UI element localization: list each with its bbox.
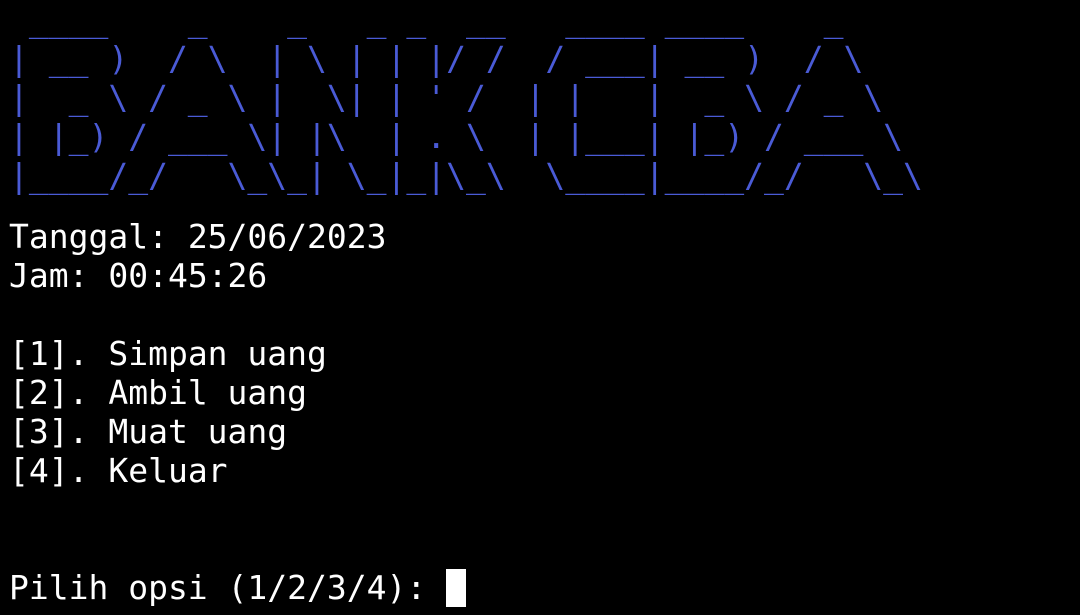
menu-item-label: Simpan uang [108, 334, 327, 373]
option-prompt-text: Pilih opsi (1/2/3/4): [9, 568, 447, 607]
banner-line: | __ ) / \ | \ | | |/ / / ___| __ ) / \ [9, 39, 864, 78]
menu-item-ambil-uang: [2]. Ambil uang [9, 373, 307, 412]
time-line: Jam: 00:45:26 [9, 256, 267, 295]
menu-item-keluar: [4]. Keluar [9, 451, 228, 490]
menu-item-key: [4]. [9, 451, 109, 490]
date-label: Tanggal: [9, 217, 188, 256]
menu-item-muat-uang: [3]. Muat uang [9, 412, 287, 451]
text-cursor[interactable] [446, 569, 467, 607]
menu-item-label: Keluar [108, 451, 228, 490]
banner-line: | _ \ / _ \ | \| | ' / | | | _ \ / _ \ [9, 78, 884, 117]
option-prompt-line[interactable]: Pilih opsi (1/2/3/4): [9, 568, 467, 607]
menu-item-key: [2]. [9, 373, 109, 412]
banner-line: |____/_/ \_\_| \_|_|\_\ \____|____/_/ \_… [9, 156, 923, 195]
menu-item-key: [3]. [9, 412, 109, 451]
date-value: 25/06/2023 [187, 217, 387, 256]
menu-item-simpan-uang: [1]. Simpan uang [9, 334, 327, 373]
terminal-window[interactable]: ____ _ _ _ _ __ ____ ____ _ | __ ) / \ |… [0, 0, 1080, 615]
menu-item-key: [1]. [9, 334, 109, 373]
time-label: Jam: [9, 256, 109, 295]
banner-line: | |_) / ___ \| |\ | . \ | |___| |_) / __… [9, 117, 904, 156]
menu-item-label: Ambil uang [108, 373, 308, 412]
date-line: Tanggal: 25/06/2023 [9, 217, 387, 256]
banner-line: ____ _ _ _ _ __ ____ ____ _ [9, 0, 844, 39]
bank-cba-ascii-banner: ____ _ _ _ _ __ ____ ____ _ | __ ) / \ |… [9, 0, 923, 195]
menu-item-label: Muat uang [108, 412, 288, 451]
time-value: 00:45:26 [108, 256, 268, 295]
